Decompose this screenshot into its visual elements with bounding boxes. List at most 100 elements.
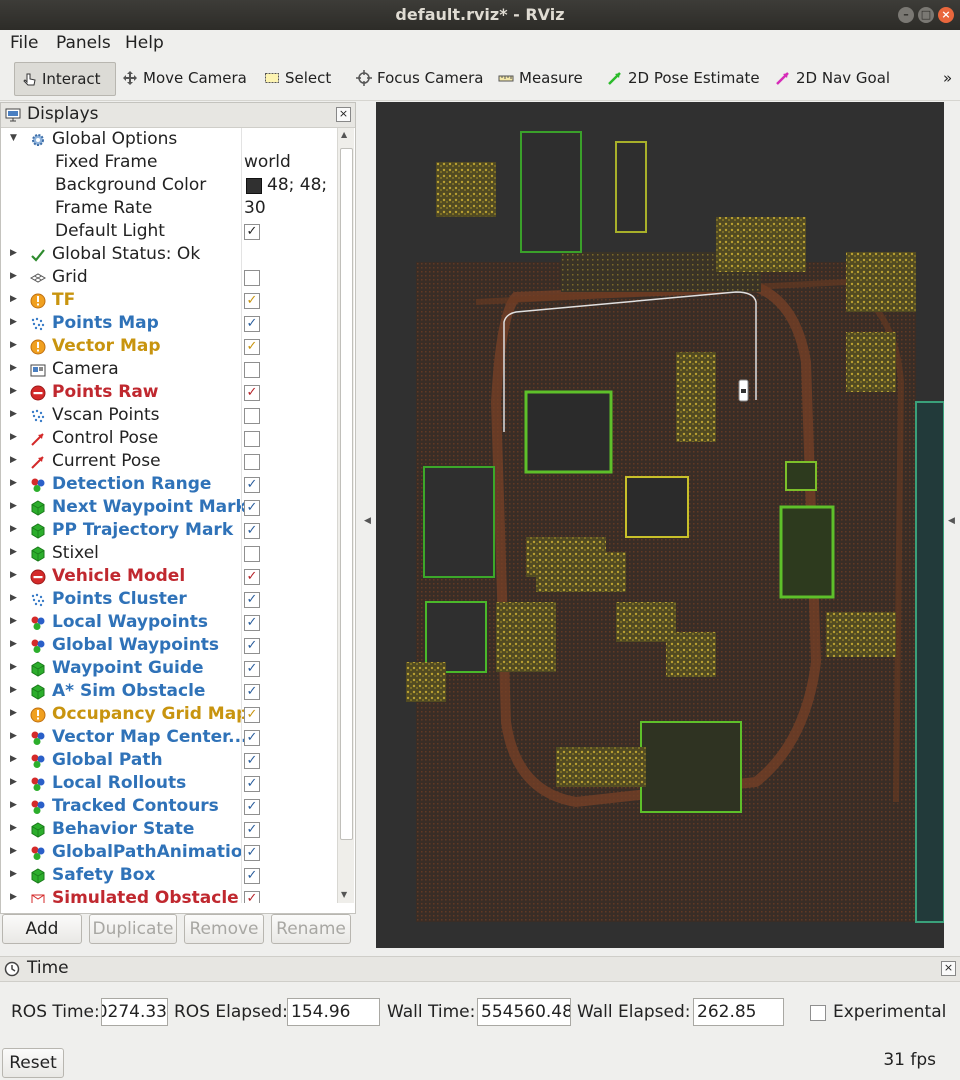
display-item-next-waypoint-mark[interactable]: ▶ Next Waypoint Mark ✓ (1, 496, 337, 519)
rename-button[interactable]: Rename (271, 914, 351, 944)
experimental-checkbox[interactable] (810, 1005, 826, 1021)
display-item-globalpathanimation[interactable]: ▶ GlobalPathAnimation ✓ (1, 841, 337, 864)
prop-background-color[interactable]: Background Color 48; 48; (1, 174, 337, 197)
expand-arrow-icon[interactable]: ▶ (10, 547, 17, 557)
display-enabled-checkbox[interactable]: ✓ (244, 316, 260, 332)
display-item-current-pose[interactable]: ▶ Current Pose (1, 450, 337, 473)
prop-frame-rate[interactable]: Frame Rate 30 (1, 197, 337, 220)
display-item-stixel[interactable]: ▶ Stixel (1, 542, 337, 565)
display-enabled-checkbox[interactable]: ✓ (244, 661, 260, 677)
default-light-checkbox[interactable]: ✓ (244, 224, 260, 240)
display-item-vector-map-center[interactable]: ▶ Vector Map Center... ✓ (1, 726, 337, 749)
expand-arrow-icon[interactable]: ▶ (10, 317, 17, 327)
tool-2d-nav-goal[interactable]: 2D Nav Goal (775, 62, 890, 94)
display-enabled-checkbox[interactable]: ✓ (244, 592, 260, 608)
expand-arrow-icon[interactable]: ▶ (10, 800, 17, 810)
display-enabled-checkbox[interactable]: ✓ (244, 776, 260, 792)
tool-measure[interactable]: Measure (498, 62, 583, 94)
display-enabled-checkbox[interactable] (244, 431, 260, 447)
expand-arrow-icon[interactable]: ▶ (10, 708, 17, 718)
display-enabled-checkbox[interactable]: ✓ (244, 477, 260, 493)
display-enabled-checkbox[interactable]: ✓ (244, 868, 260, 884)
display-enabled-checkbox[interactable]: ✓ (244, 753, 260, 769)
display-item-grid[interactable]: ▶ Grid (1, 266, 337, 289)
display-item-points-map[interactable]: ▶ Points Map ✓ (1, 312, 337, 335)
display-item-points-raw[interactable]: ▶ Points Raw ✓ (1, 381, 337, 404)
display-enabled-checkbox[interactable]: ✓ (244, 891, 260, 903)
color-swatch[interactable] (246, 178, 262, 194)
tool-select[interactable]: Select (264, 62, 331, 94)
duplicate-button[interactable]: Duplicate (89, 914, 177, 944)
displays-close-button[interactable]: × (336, 107, 351, 122)
wall-elapsed-field[interactable]: 262.85 (693, 998, 784, 1026)
display-item-pp-trajectory-mark[interactable]: ▶ PP Trajectory Mark ✓ (1, 519, 337, 542)
display-enabled-checkbox[interactable] (244, 270, 260, 286)
expand-arrow-icon[interactable]: ▶ (10, 662, 17, 672)
expand-arrow-icon[interactable]: ▶ (10, 455, 17, 465)
remove-button[interactable]: Remove (184, 914, 264, 944)
display-enabled-checkbox[interactable]: ✓ (244, 523, 260, 539)
expand-arrow-icon[interactable]: ▶ (10, 731, 17, 741)
display-item-simulated-obstacle[interactable]: ▶ Simulated Obstacle ✓ (1, 887, 337, 903)
display-item-global-waypoints[interactable]: ▶ Global Waypoints ✓ (1, 634, 337, 657)
tool-interact[interactable]: Interact (14, 62, 116, 96)
display-enabled-checkbox[interactable]: ✓ (244, 293, 260, 309)
display-item-global-path[interactable]: ▶ Global Path ✓ (1, 749, 337, 772)
expand-arrow-icon[interactable]: ▶ (10, 386, 17, 396)
render-viewport[interactable] (376, 102, 944, 948)
display-item-occupancy-grid-map[interactable]: ▶ Occupancy Grid Map ✓ (1, 703, 337, 726)
ros-time-field[interactable]: 1554560274.33 (101, 998, 168, 1026)
menu-help[interactable]: Help (125, 33, 164, 53)
add-button[interactable]: Add (2, 914, 82, 944)
maximize-icon[interactable]: □ (918, 7, 934, 23)
display-enabled-checkbox[interactable]: ✓ (244, 569, 260, 585)
display-enabled-checkbox[interactable] (244, 454, 260, 470)
display-enabled-checkbox[interactable]: ✓ (244, 500, 260, 516)
expand-arrow-icon[interactable]: ▶ (10, 892, 17, 902)
display-item-tf[interactable]: ▶ TF ✓ (1, 289, 337, 312)
prop-value[interactable]: 30 (244, 198, 266, 218)
left-splitter[interactable]: ◀ (356, 102, 376, 948)
display-enabled-checkbox[interactable] (244, 546, 260, 562)
prop-value[interactable]: world (244, 152, 291, 172)
display-item-vscan-points[interactable]: ▶ Vscan Points (1, 404, 337, 427)
prop-default-light[interactable]: Default Light ✓ (1, 220, 337, 243)
menu-panels[interactable]: Panels (56, 33, 111, 53)
reset-button[interactable]: Reset (2, 1048, 64, 1078)
display-item-local-rollouts[interactable]: ▶ Local Rollouts ✓ (1, 772, 337, 795)
expand-arrow-icon[interactable]: ▶ (10, 616, 17, 626)
collapse-arrow-icon[interactable]: ▼ (10, 133, 17, 143)
right-splitter[interactable]: ◀ (944, 102, 960, 948)
ros-elapsed-field[interactable]: 154.96 (287, 998, 380, 1026)
display-enabled-checkbox[interactable]: ✓ (244, 638, 260, 654)
expand-arrow-icon[interactable]: ▶ (10, 754, 17, 764)
expand-arrow-icon[interactable]: ▶ (10, 432, 17, 442)
display-item-safety-box[interactable]: ▶ Safety Box ✓ (1, 864, 337, 887)
expand-arrow-icon[interactable]: ▶ (10, 823, 17, 833)
expand-arrow-icon[interactable]: ▶ (10, 593, 17, 603)
expand-arrow-icon[interactable]: ▶ (10, 340, 17, 350)
scroll-down-icon[interactable]: ▼ (341, 890, 347, 899)
expand-arrow-icon[interactable]: ▶ (10, 478, 17, 488)
scroll-up-icon[interactable]: ▲ (341, 130, 347, 139)
display-enabled-checkbox[interactable] (244, 362, 260, 378)
expand-arrow-icon[interactable]: ▶ (10, 363, 17, 373)
expand-arrow-icon[interactable]: ▶ (10, 846, 17, 856)
point-cloud-map[interactable] (376, 102, 944, 948)
prop-value[interactable]: 48; 48; (267, 175, 327, 195)
toolbar-overflow-button[interactable]: » (943, 62, 952, 94)
time-close-button[interactable]: × (941, 961, 956, 976)
expand-arrow-icon[interactable]: ▶ (10, 248, 17, 258)
display-item-behavior-state[interactable]: ▶ Behavior State ✓ (1, 818, 337, 841)
display-enabled-checkbox[interactable]: ✓ (244, 615, 260, 631)
expand-arrow-icon[interactable]: ▶ (10, 869, 17, 879)
display-item-control-pose[interactable]: ▶ Control Pose (1, 427, 337, 450)
tree-row-global-options[interactable]: ▼ Global Options (1, 128, 337, 151)
displays-scrollbar[interactable]: ▲ ▼ (337, 128, 354, 903)
expand-arrow-icon[interactable]: ▶ (10, 685, 17, 695)
expand-arrow-icon[interactable]: ▶ (10, 777, 17, 787)
display-item-vehicle-model[interactable]: ▶ Vehicle Model ✓ (1, 565, 337, 588)
display-enabled-checkbox[interactable]: ✓ (244, 822, 260, 838)
display-enabled-checkbox[interactable]: ✓ (244, 707, 260, 723)
tool-focus-camera[interactable]: Focus Camera (356, 62, 483, 94)
